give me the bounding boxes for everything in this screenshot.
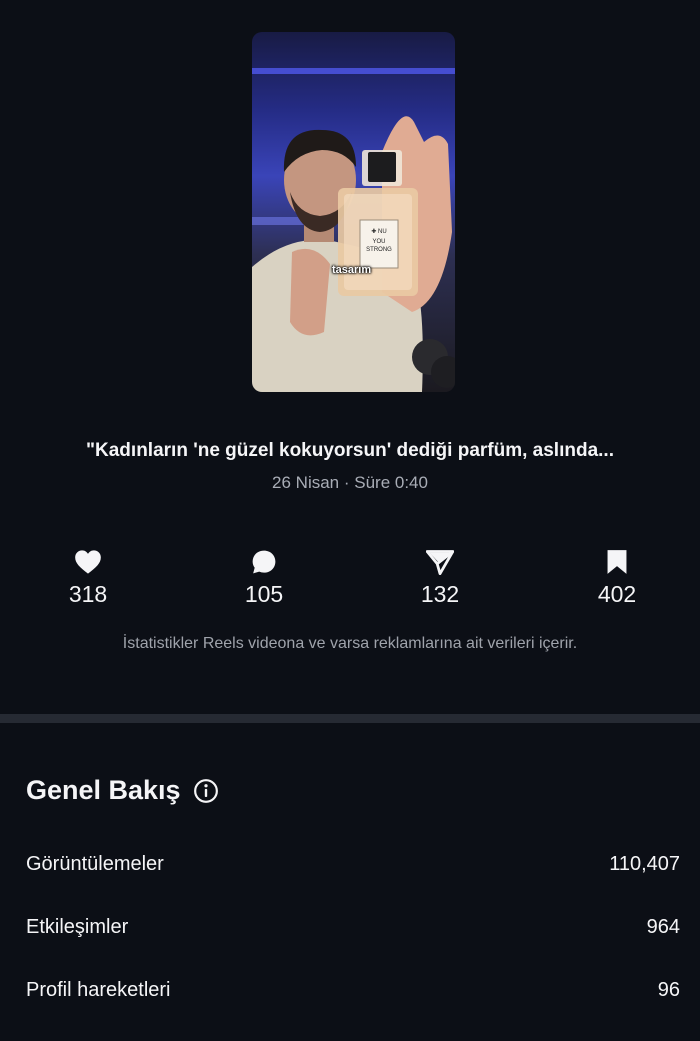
thumbnail-caption: tasarım [332,264,372,276]
section-divider [0,714,700,723]
reel-title: "Kadınların 'ne güzel kokuyorsun' dediği… [86,440,614,461]
saves-count: 402 [597,581,637,607]
comments-count: 105 [244,581,284,607]
overview-header: Genel Bakış [26,775,219,806]
likes-stat: 318 [33,546,143,608]
stats-note: İstatistikler Reels videona ve varsa rek… [122,635,578,652]
bottle-label-line-3: STRONG [366,247,392,253]
reel-thumbnail[interactable]: ✚ NU YOU STRONG tasarım [252,32,455,392]
comments-stat: 105 [209,546,319,608]
heart-icon [75,550,101,574]
comment-icon [252,550,276,574]
overview-heading: Genel Bakış [26,775,181,805]
shares-count: 132 [420,581,460,607]
overview-row-views[interactable]: Görüntülemeler 110,407 [26,853,680,876]
bookmark-icon [607,550,627,574]
reel-meta: 26 Nisan · Süre 0:40 [272,473,428,492]
shares-stat: 132 [385,546,495,608]
overview-row-interactions[interactable]: Etkileşimler 964 [26,916,680,939]
thumbnail-image: ✚ NU YOU STRONG [252,68,455,392]
interactions-label: Etkileşimler [26,916,129,938]
share-icon [426,550,454,575]
info-icon[interactable] [193,778,219,804]
profile-activity-label: Profil hareketleri [26,979,171,1001]
views-value: 110,407 [609,853,680,875]
profile-activity-value: 96 [657,979,680,1001]
overview-row-profile-activity[interactable]: Profil hareketleri 96 [26,979,680,1002]
bottle-label-line-2: YOU [372,239,385,245]
bottle-label-line-1: ✚ NU [371,228,386,235]
views-label: Görüntülemeler [26,853,164,875]
likes-count: 318 [68,581,108,607]
interactions-value: 964 [646,916,680,938]
saves-stat: 402 [562,546,672,608]
